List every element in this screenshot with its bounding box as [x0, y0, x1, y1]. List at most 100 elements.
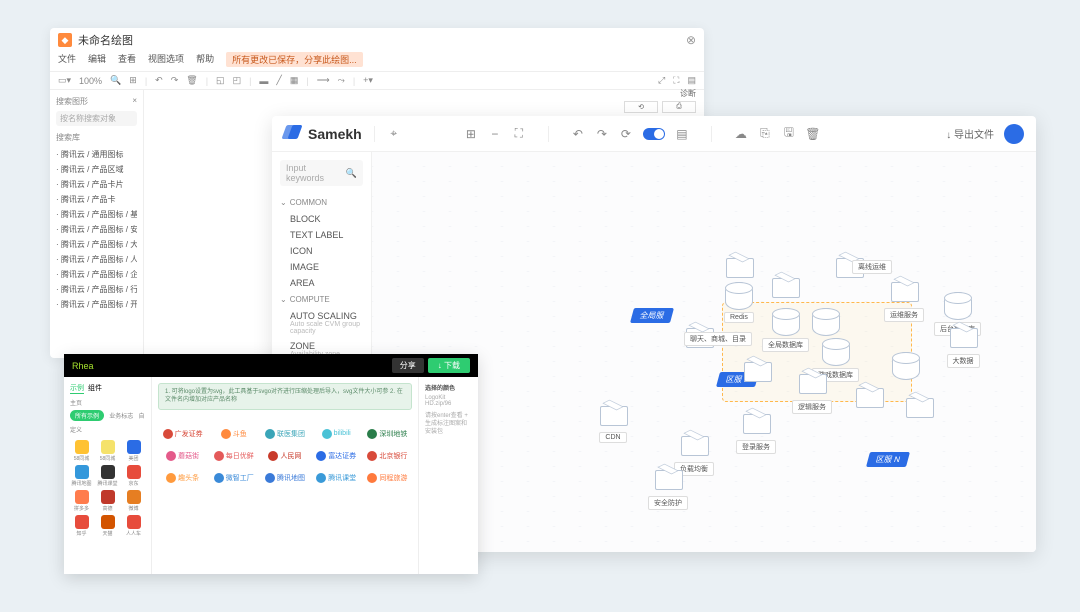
delete-icon[interactable]: 🗑 [186, 75, 197, 86]
shadow-icon[interactable]: ▦ [290, 75, 299, 86]
partner-logo[interactable]: 北京银行 [367, 448, 408, 464]
close-icon[interactable]: ⊗ [686, 33, 696, 47]
zoom-fit-icon[interactable]: ⊞ [129, 75, 137, 86]
export-button[interactable]: ↓ 导出文件 [946, 126, 994, 141]
item-auto-scaling[interactable]: AUTO SCALINGAuto scale CVM group capacit… [280, 308, 363, 338]
cursor-icon[interactable]: ⌖ [387, 127, 401, 141]
tab[interactable]: ⟲ [624, 101, 658, 113]
fullscreen-icon[interactable]: ⛶ [673, 75, 679, 86]
icon-cell[interactable]: 58同城 [70, 440, 93, 462]
add-icon[interactable]: +▾ [363, 75, 373, 86]
tab-components[interactable]: 组件 [88, 383, 102, 394]
sidebar-item[interactable]: · 腾讯云 / 产品图标 / 行业应用 [56, 282, 137, 297]
partner-logo[interactable]: 腾讯地图 [264, 470, 305, 486]
download-button[interactable]: ↓ 下载 [428, 358, 470, 373]
sidebar-item[interactable]: · 腾讯云 / 产品卡 [56, 192, 137, 207]
icon-cell[interactable]: 腾讯地图 [70, 465, 93, 487]
partner-logo[interactable]: 人民网 [264, 448, 305, 464]
sidebar-item[interactable]: · 腾讯云 / 产品图标 / 安全 [56, 222, 137, 237]
icon-cell[interactable]: 拼多多 [70, 490, 93, 512]
item-area[interactable]: AREA [280, 275, 363, 291]
tab-examples[interactable]: 示例 [70, 383, 84, 394]
icon-cell[interactable]: 美团 [122, 440, 145, 462]
reset-icon[interactable]: × [132, 96, 137, 107]
search-input[interactable]: Input keywords 🔍 [280, 160, 363, 186]
icon-cell[interactable]: 腾讯课堂 [96, 465, 119, 487]
delete-icon[interactable]: 🗑 [806, 127, 820, 141]
node-cdn[interactable]: CDN [596, 400, 630, 443]
partner-logo[interactable]: 蘑菇街 [162, 448, 203, 464]
partner-logo[interactable]: 广发证券 [162, 426, 203, 442]
menu-edit[interactable]: 编辑 [88, 52, 106, 67]
waypoint-icon[interactable]: ⤳ [338, 75, 345, 86]
zoom-out-icon[interactable]: − [488, 127, 502, 141]
node-db[interactable] [812, 308, 840, 336]
node-redis[interactable]: Redis [724, 282, 754, 323]
node-login-service[interactable]: 登录服务 [736, 408, 776, 454]
partner-logo[interactable]: 趣头条 [162, 470, 203, 486]
partner-logo[interactable]: bilibili [316, 426, 357, 442]
format-panel-icon[interactable]: ▤ [687, 75, 696, 86]
connector-icon[interactable]: ⟶ [317, 75, 330, 86]
shape-search[interactable]: 按名称搜索对象 [56, 111, 137, 126]
toggle-switch[interactable] [643, 128, 665, 140]
sidebar-item[interactable]: · 腾讯云 / 产品图标 / 基础 [56, 207, 137, 222]
node-global-db[interactable]: 全局数据库 [762, 308, 809, 352]
menu-help[interactable]: 帮助 [196, 52, 214, 67]
redo-icon[interactable]: ↷ [171, 75, 179, 86]
redo-icon[interactable]: ↷ [595, 127, 609, 141]
tab[interactable]: ⎙ [662, 101, 696, 113]
sidebar-item[interactable]: · 腾讯云 / 通用图标 [56, 147, 137, 162]
node-server[interactable] [740, 356, 774, 386]
layers-icon[interactable]: ▤ [675, 127, 689, 141]
filter-pill[interactable]: 所有示例 [70, 410, 104, 421]
icon-cell[interactable]: 微博 [122, 490, 145, 512]
partner-logo[interactable]: 微智工厂 [213, 470, 254, 486]
page-select-icon[interactable]: ▭▾ [58, 75, 71, 86]
icon-cell[interactable]: 天猫 [96, 515, 119, 537]
share-button[interactable]: 分享 [392, 358, 424, 373]
partner-logo[interactable]: 联医集团 [264, 426, 305, 442]
cloud-icon[interactable]: ☁ [734, 127, 748, 141]
sidebar-item[interactable]: · 腾讯云 / 产品图标 / 企业应用 [56, 267, 137, 282]
fill-icon[interactable]: ▬ [259, 76, 268, 86]
item-block[interactable]: BLOCK [280, 211, 363, 227]
front-icon[interactable]: ◱ [216, 75, 225, 86]
save-icon[interactable]: 🖫 [782, 127, 796, 141]
item-image[interactable]: IMAGE [280, 259, 363, 275]
sidebar-item[interactable]: · 腾讯云 / 产品图标 / 开发者服务 [56, 297, 137, 312]
node-chat-mall[interactable]: 聊天、商城、目录 [684, 330, 752, 346]
node-ops-service[interactable]: 运维服务 [884, 276, 924, 322]
menu-options[interactable]: 视图选项 [148, 52, 184, 67]
back-icon[interactable]: ◰ [233, 75, 242, 86]
sidebar-item[interactable]: · 腾讯云 / 产品卡片 [56, 177, 137, 192]
icon-cell[interactable]: 人人车 [122, 515, 145, 537]
grid-icon[interactable]: ⊞ [464, 127, 478, 141]
fit-icon[interactable]: ⛶ [512, 127, 526, 141]
zoom-level[interactable]: 100% [79, 76, 102, 86]
partner-logo[interactable]: 每日优鲜 [213, 448, 254, 464]
group-compute[interactable]: ⌄COMPUTE [280, 291, 363, 308]
menu-view[interactable]: 查看 [118, 52, 136, 67]
menu-file[interactable]: 文件 [58, 52, 76, 67]
partner-logo[interactable]: 富达证券 [316, 448, 357, 464]
group-common[interactable]: ⌄COMMON [280, 194, 363, 211]
refresh-icon[interactable]: ⟳ [619, 127, 633, 141]
icon-cell[interactable]: 京东 [122, 465, 145, 487]
node-db[interactable] [892, 352, 920, 380]
icon-cell[interactable]: 知乎 [70, 515, 93, 537]
copy-icon[interactable]: ⎘ [758, 127, 772, 141]
user-avatar[interactable] [1004, 124, 1024, 144]
node-server[interactable] [902, 392, 936, 422]
node-logic-service[interactable]: 逻辑服务 [792, 368, 832, 414]
partner-logo[interactable]: 深圳地铁 [367, 426, 408, 442]
zoom-in-icon[interactable]: 🔍 [110, 75, 121, 86]
item-text-label[interactable]: TEXT LABEL [280, 227, 363, 243]
node-server[interactable] [852, 382, 886, 412]
sidebar-item[interactable]: · 腾讯云 / 产品图标 / 大数据 [56, 237, 137, 252]
undo-icon[interactable]: ↶ [571, 127, 585, 141]
node-offline-ops[interactable]: 离线运维 [852, 258, 892, 274]
stroke-icon[interactable]: ╱ [276, 75, 281, 86]
sidebar-item[interactable]: · 腾讯云 / 产品图标 / 人工智能 [56, 252, 137, 267]
node-bigdata[interactable]: 大数据 [946, 322, 980, 368]
